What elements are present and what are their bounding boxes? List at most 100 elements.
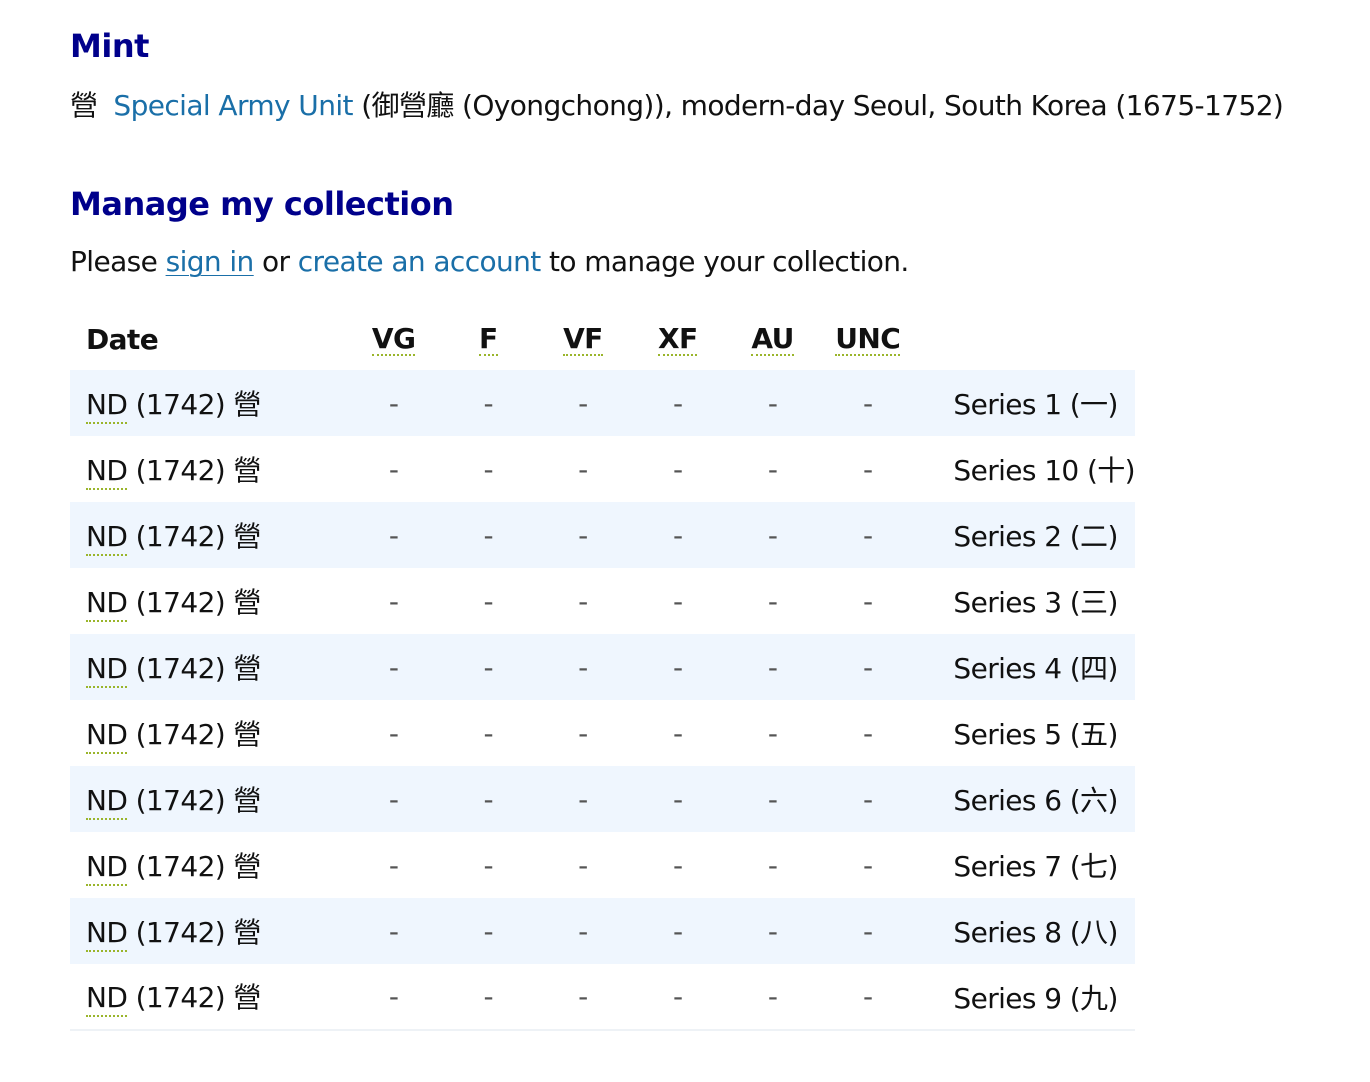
prompt-prefix: Please — [70, 245, 166, 278]
unc-value: - — [862, 518, 873, 552]
collection-heading: Manage my collection — [70, 185, 454, 223]
f-value: - — [483, 518, 494, 552]
xf-value: - — [672, 518, 683, 552]
unc-value: - — [862, 386, 873, 420]
mint-details: (御營廳 (Oyongchong)), modern-day Seoul, So… — [352, 89, 1284, 122]
au-value: - — [767, 452, 778, 486]
prompt-middle: or — [253, 245, 298, 278]
date-cell: ND (1742) 營 — [70, 898, 346, 964]
create-account-link[interactable]: create an account — [298, 245, 542, 278]
table-header-row: Date VG F VF XF AU UNC — [70, 308, 1135, 370]
vg-value: - — [388, 650, 399, 684]
header-date: Date — [86, 322, 159, 356]
xf-value: - — [672, 386, 683, 420]
table-row: ND (1742) 營 - - - - - - Series 7 (七) — [70, 832, 1135, 898]
date-text: (1742) 營 — [127, 849, 262, 883]
mint-mark: 營 — [70, 89, 98, 122]
vf-value: - — [578, 848, 588, 882]
nd-abbr[interactable]: ND — [86, 719, 128, 754]
table-row: ND (1742) 營 - - - - - - Series 3 (三) — [70, 568, 1135, 634]
vg-value: - — [388, 914, 399, 948]
table-row: ND (1742) 營 - - - - - - Series 5 (五) — [70, 700, 1135, 766]
prompt-suffix: to manage your collection. — [540, 245, 909, 278]
date-cell: ND (1742) 營 — [70, 700, 346, 766]
date-cell: ND (1742) 營 — [70, 964, 346, 1030]
au-value: - — [767, 914, 778, 948]
au-value: - — [767, 980, 778, 1013]
series-cell: Series 7 (七) — [953, 850, 1118, 883]
nd-abbr[interactable]: ND — [86, 851, 128, 886]
unc-value: - — [862, 452, 873, 486]
date-cell: ND (1742) 營 — [70, 634, 346, 700]
xf-value: - — [672, 848, 683, 882]
au-value: - — [767, 782, 778, 816]
xf-value: - — [672, 584, 683, 618]
series-cell: Series 2 (二) — [953, 520, 1118, 553]
date-cell: ND (1742) 營 — [70, 832, 346, 898]
au-value: - — [767, 386, 778, 420]
grade-vf-abbr[interactable]: VF — [563, 324, 603, 356]
sign-in-link[interactable]: sign in — [166, 245, 255, 278]
table-row: ND (1742) 營 - - - - - - Series 2 (二) — [70, 502, 1135, 568]
grade-au-abbr[interactable]: AU — [751, 324, 794, 356]
unc-value: - — [862, 980, 873, 1013]
nd-abbr[interactable]: ND — [86, 389, 128, 424]
header-vf: VF — [535, 308, 630, 370]
nd-abbr[interactable]: ND — [86, 587, 128, 622]
collection-table: Date VG F VF XF AU UNC ND (1742) 營 - - -… — [70, 308, 1136, 1031]
header-unc: UNC — [820, 308, 915, 370]
au-value: - — [767, 584, 778, 618]
xf-value: - — [672, 650, 683, 684]
nd-abbr[interactable]: ND — [86, 521, 128, 556]
unc-value: - — [862, 914, 873, 948]
nd-abbr[interactable]: ND — [86, 917, 128, 952]
date-cell: ND (1742) 營 — [70, 502, 346, 568]
f-value: - — [483, 452, 494, 486]
vg-value: - — [388, 848, 399, 882]
f-value: - — [483, 650, 494, 684]
vf-value: - — [578, 386, 588, 420]
grade-f-abbr[interactable]: F — [479, 324, 498, 356]
grade-unc-abbr[interactable]: UNC — [835, 324, 901, 356]
f-value: - — [483, 980, 494, 1013]
f-value: - — [483, 848, 494, 882]
date-cell: ND (1742) 營 — [70, 436, 346, 502]
nd-abbr[interactable]: ND — [86, 785, 128, 820]
grade-xf-abbr[interactable]: XF — [657, 324, 698, 356]
xf-value: - — [672, 914, 683, 948]
table-row: ND (1742) 營 - - - - - - Series 9 (九) — [70, 964, 1135, 1030]
xf-value: - — [672, 452, 683, 486]
vg-value: - — [388, 716, 399, 750]
table-row: ND (1742) 營 - - - - - - Series 1 (一) — [70, 370, 1135, 436]
header-au: AU — [725, 308, 820, 370]
vf-value: - — [578, 980, 588, 1013]
f-value: - — [483, 716, 494, 750]
mint-name-link[interactable]: Special Army Unit — [113, 89, 353, 122]
vg-value: - — [388, 584, 399, 618]
grade-vg-abbr[interactable]: VG — [371, 324, 416, 356]
vf-value: - — [578, 584, 588, 618]
nd-abbr[interactable]: ND — [86, 455, 128, 490]
series-cell: Series 6 (六) — [953, 784, 1118, 817]
unc-value: - — [862, 584, 873, 618]
au-value: - — [767, 848, 778, 882]
vf-value: - — [578, 452, 588, 486]
nd-abbr[interactable]: ND — [86, 653, 128, 688]
date-cell: ND (1742) 營 — [70, 568, 346, 634]
table-row: ND (1742) 營 - - - - - - Series 4 (四) — [70, 634, 1135, 700]
au-value: - — [767, 650, 778, 684]
nd-abbr[interactable]: ND — [86, 983, 128, 1017]
vf-value: - — [578, 650, 588, 684]
unc-value: - — [862, 782, 873, 816]
date-text: (1742) 營 — [127, 519, 262, 553]
page: Mint 營 Special Army Unit (御營廳 (Oyongchong… — [0, 0, 1370, 1031]
xf-value: - — [672, 716, 683, 750]
series-cell: Series 1 (一) — [953, 388, 1118, 421]
vf-value: - — [578, 716, 588, 750]
date-text: (1742) 營 — [127, 981, 262, 1014]
header-f: F — [441, 308, 535, 370]
date-text: (1742) 營 — [127, 915, 262, 949]
collection-prompt: Please sign in or create an account to m… — [70, 242, 1370, 282]
vg-value: - — [388, 980, 399, 1013]
date-text: (1742) 營 — [127, 585, 262, 619]
